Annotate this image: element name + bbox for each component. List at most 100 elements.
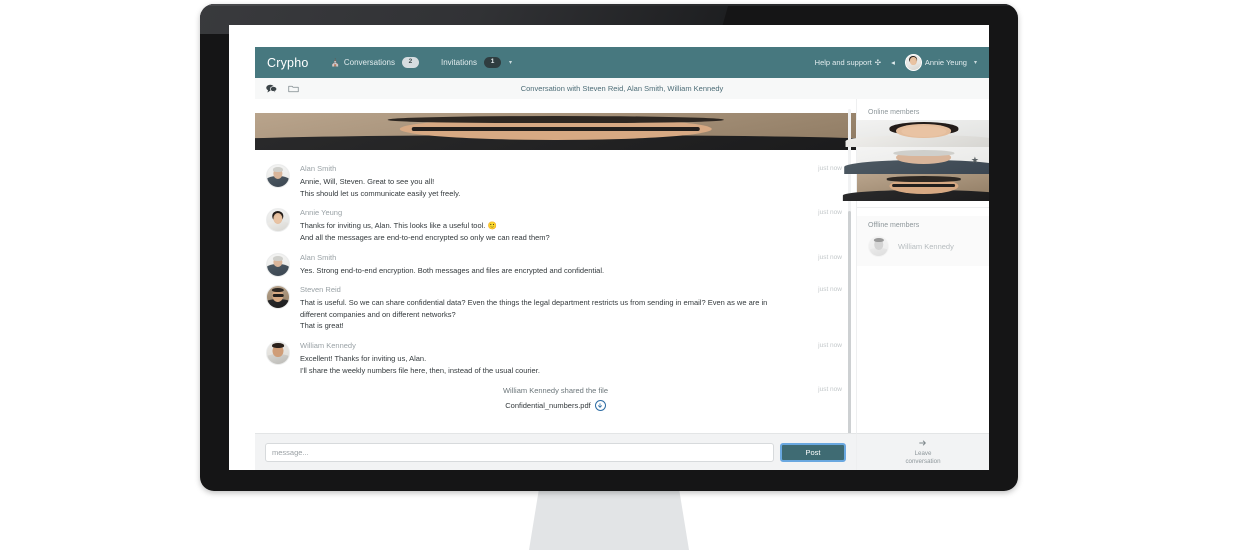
- message-body: Alan Smith Yes. Strong end-to-end encryp…: [300, 253, 796, 277]
- message-author: Alan Smith: [300, 164, 337, 173]
- message-timestamp: just now: [818, 286, 842, 294]
- avatar-face: [267, 342, 289, 364]
- conversations-badge: 2: [401, 57, 419, 68]
- invitations-badge: 1: [484, 57, 502, 68]
- member-row-william-kennedy[interactable]: William Kennedy: [857, 233, 989, 260]
- avatar[interactable]: [266, 252, 290, 277]
- message-list: just now Steven Reid has joined the grou…: [255, 99, 856, 434]
- message-line: Thanks for inviting us, Alan. This looks…: [300, 221, 497, 231]
- chevron-down-icon: ▾: [973, 60, 977, 66]
- monitor-bezel: Crypho ⛪ Conversations 2 Invitations 1 ▾: [200, 4, 1018, 491]
- avatar-face: [267, 286, 289, 309]
- top-navbar: Crypho ⛪ Conversations 2 Invitations 1 ▾: [255, 47, 989, 78]
- download-icon[interactable]: [594, 400, 606, 412]
- file-share-row: Confidential_numbers.pdf: [255, 400, 856, 412]
- avatar-face: [843, 147, 989, 174]
- file-share-message: just now William Kennedy shared the file…: [255, 386, 856, 412]
- avatar-face: [845, 120, 989, 147]
- avatar-face: [267, 165, 289, 187]
- leave-line-2: conversation: [905, 457, 941, 465]
- post-button[interactable]: Post: [780, 442, 846, 462]
- sound-toggle-button[interactable]: ◂: [891, 58, 895, 67]
- message-composer: Post: [255, 433, 856, 470]
- message-body: Alan Smith Annie, Will, Steven. Great to…: [300, 164, 796, 199]
- avatar: [842, 174, 989, 201]
- message-row: just now Annie Yeung Thanks for inviting…: [255, 206, 856, 243]
- brand-logo[interactable]: Crypho: [267, 56, 309, 70]
- sidebar-divider: [857, 207, 989, 208]
- nav-invitations-label: Invitations: [440, 58, 478, 67]
- message-timestamp: just now: [818, 386, 842, 394]
- app-screen: Crypho ⛪ Conversations 2 Invitations 1 ▾: [229, 25, 989, 470]
- system-message: just now Steven Reid has joined the grou…: [255, 113, 856, 150]
- message-line: Excellent! Thanks for inviting us, Alan.: [300, 354, 427, 363]
- message-line: Yes. Strong end-to-end encryption. Both …: [300, 265, 605, 275]
- member-name: William Kennedy: [898, 242, 954, 251]
- message-body: William Kennedy Excellent! Thanks for in…: [300, 341, 796, 376]
- offline-members-heading: Offline members: [868, 222, 920, 229]
- message-timestamp: just now: [818, 209, 842, 217]
- avatar: [868, 236, 889, 257]
- member-row-steven-reid[interactable]: Steven Reid: [842, 174, 989, 201]
- message-row: just now Alan Smith Annie, Will, Steven.…: [255, 162, 856, 199]
- message-line: I'll share the weekly numbers file here,…: [300, 365, 540, 375]
- avatar: [904, 54, 922, 71]
- user-name-label: Annie Yeung: [924, 58, 967, 67]
- nav-conversations-label: Conversations: [343, 58, 395, 67]
- online-members-heading: Online members: [868, 109, 920, 116]
- home-icon: ⛪: [330, 58, 340, 67]
- message-line: That is great!: [300, 321, 344, 331]
- message-author: William Kennedy: [300, 341, 356, 350]
- screenshot-stage: Crypho ⛪ Conversations 2 Invitations 1 ▾: [0, 0, 1250, 550]
- avatar: [845, 120, 989, 147]
- avatar[interactable]: [266, 285, 290, 310]
- star-icon[interactable]: ★: [971, 156, 979, 165]
- message-row: just now Alan Smith Yes. Strong end-to-e…: [255, 251, 856, 277]
- monitor-screen: Crypho ⛪ Conversations 2 Invitations 1 ▾: [229, 25, 989, 470]
- member-row-alan-smith[interactable]: Alan Smith ★: [843, 147, 989, 174]
- message-author: Annie Yeung: [300, 208, 343, 218]
- conversation-title: Conversation with Steven Reid, Alan Smit…: [520, 84, 724, 93]
- message-line: Annie, Will, Steven. Great to see you al…: [300, 177, 435, 186]
- crypho-app: Crypho ⛪ Conversations 2 Invitations 1 ▾: [255, 25, 989, 470]
- leave-line-1: Leave: [914, 449, 932, 457]
- message-timestamp: just now: [818, 165, 842, 172]
- file-name[interactable]: Confidential_numbers.pdf: [505, 401, 590, 410]
- chat-column: just now Steven Reid has joined the grou…: [255, 99, 856, 470]
- message-line: And all the messages are end-to-end encr…: [300, 232, 550, 242]
- avatar-face: [255, 113, 856, 150]
- navbar-right-group: Help and support ✣ ◂ Annie Yeung ▾: [815, 54, 977, 71]
- offline-members-section: Offline members William Kennedy: [857, 216, 989, 266]
- message-input[interactable]: [265, 442, 774, 462]
- avatar-face: [267, 209, 289, 232]
- avatar-face: [869, 237, 888, 256]
- nav-item-invitations[interactable]: Invitations 1 ▾: [441, 57, 512, 68]
- avatar[interactable]: [266, 341, 290, 365]
- help-and-support-link[interactable]: Help and support ✣: [815, 58, 881, 67]
- avatar-face: [905, 55, 921, 70]
- scrollbar-thumb[interactable]: [848, 211, 851, 434]
- nav-item-conversations[interactable]: ⛪ Conversations 2: [331, 57, 419, 68]
- message-body: Steven Reid That is useful. So we can sh…: [300, 285, 796, 332]
- avatar-face: [842, 174, 989, 201]
- avatar[interactable]: [266, 164, 290, 188]
- message-row: just now William Kennedy Excellent! Than…: [255, 339, 856, 376]
- message-timestamp: just now: [818, 253, 842, 261]
- message-body: Annie Yeung Thanks for inviting us, Alan…: [300, 208, 796, 243]
- message-author: Steven Reid: [300, 285, 341, 295]
- member-row-annie-yeung[interactable]: Annie Yeung: [845, 120, 989, 147]
- user-menu[interactable]: Annie Yeung ▾: [904, 54, 977, 71]
- message-timestamp: just now: [818, 342, 842, 349]
- chevron-down-icon[interactable]: ▾: [509, 59, 512, 66]
- message-author: Alan Smith: [300, 252, 337, 262]
- file-share-headline: William Kennedy shared the file: [502, 386, 609, 396]
- message-line: This should let us communicate easily ye…: [300, 188, 461, 198]
- speaker-icon: ◂: [891, 58, 895, 67]
- avatar: [255, 113, 856, 150]
- avatar[interactable]: [266, 208, 290, 233]
- monitor-stand: [529, 491, 689, 550]
- members-sidebar: Online members Annie Yeung: [842, 99, 989, 470]
- leave-conversation-button[interactable]: Leave conversation: [856, 433, 989, 470]
- help-icon: ✣: [874, 58, 882, 67]
- message-row: just now Steven Reid That is useful. So …: [255, 283, 856, 332]
